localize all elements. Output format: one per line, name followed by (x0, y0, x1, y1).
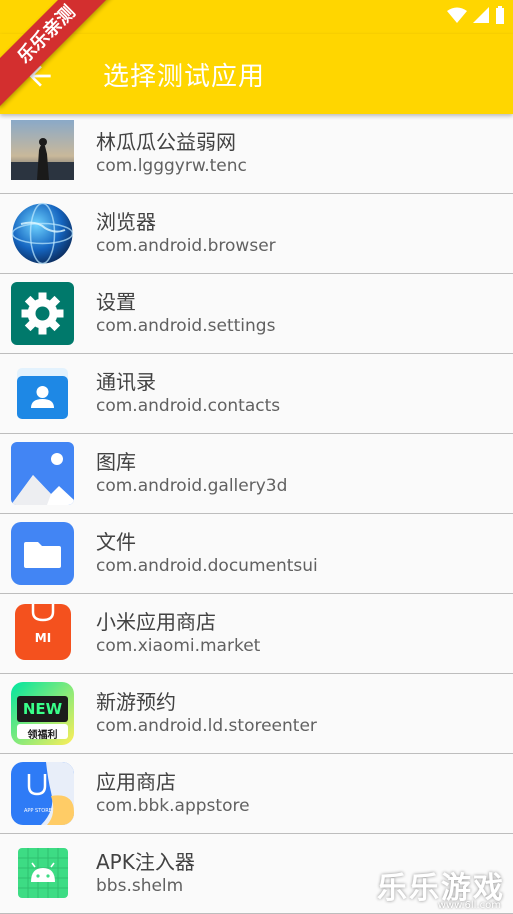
android-icon (18, 848, 68, 898)
app-name: 林瓜瓜公益弱网 (96, 130, 236, 154)
app-package: com.lgggyrw.tenc (96, 156, 247, 176)
list-item[interactable]: MI 小米应用商店 com.xiaomi.market (0, 594, 513, 674)
app-name: 图库 (96, 450, 136, 474)
battery-icon (496, 6, 504, 24)
photo-thumbnail-icon (11, 120, 74, 180)
app-name: 文件 (96, 530, 136, 554)
list-item[interactable]: 林瓜瓜公益弱网 com.lgggyrw.tenc (0, 114, 513, 194)
list-item[interactable]: 通讯录 com.android.contacts (0, 354, 513, 434)
app-package: com.xiaomi.market (96, 636, 261, 656)
app-package: com.android.ld.storeenter (96, 716, 317, 736)
svg-text:MI: MI (35, 631, 51, 645)
app-name: 新游预约 (96, 690, 176, 714)
folder-icon (11, 522, 74, 585)
app-package: com.bbk.appstore (96, 796, 250, 816)
list-item[interactable]: APP STORE 应用商店 com.bbk.appstore (0, 754, 513, 834)
app-name: 设置 (96, 290, 136, 314)
app-bar: 选择测试应用 (0, 34, 513, 114)
app-store-icon: APP STORE (11, 762, 74, 825)
wifi-icon (447, 7, 467, 23)
app-name: 通讯录 (96, 370, 156, 394)
app-list: 林瓜瓜公益弱网 com.lgggyrw.tenc 浏览器 com.android… (0, 114, 513, 914)
app-package: com.android.gallery3d (96, 476, 288, 496)
app-package: com.android.settings (96, 316, 276, 336)
app-package: com.android.documentsui (96, 556, 318, 576)
app-name: 小米应用商店 (96, 610, 216, 634)
signal-icon (473, 7, 489, 23)
globe-icon (11, 202, 74, 265)
app-store-badge-text: APP STORE (24, 808, 52, 814)
list-item[interactable]: 图库 com.android.gallery3d (0, 434, 513, 514)
app-name: 浏览器 (96, 210, 156, 234)
contact-card-icon (11, 362, 74, 425)
list-item[interactable]: 浏览器 com.android.browser (0, 194, 513, 274)
new-badge-top: NEW (22, 700, 63, 718)
list-item[interactable]: 文件 com.android.documentsui (0, 514, 513, 594)
app-name: APK注入器 (96, 850, 195, 874)
app-package: bbs.shelm (96, 876, 184, 896)
gear-icon (11, 282, 74, 345)
app-package: com.android.contacts (96, 396, 281, 416)
status-icons (447, 6, 505, 24)
app-package: com.android.browser (96, 236, 276, 256)
new-badge-bottom: 领福利 (27, 730, 58, 741)
list-item[interactable]: 设置 com.android.settings (0, 274, 513, 354)
app-name: 应用商店 (96, 770, 176, 794)
shopping-bag-icon: MI (15, 604, 71, 660)
gallery-icon (11, 442, 74, 505)
watermark-url: www.6ll.com (437, 900, 501, 911)
new-badge-icon: NEW 领福利 (11, 682, 74, 745)
list-item[interactable]: NEW 领福利 新游预约 com.android.ld.storeenter (0, 674, 513, 754)
page-title: 选择测试应用 (103, 62, 266, 92)
